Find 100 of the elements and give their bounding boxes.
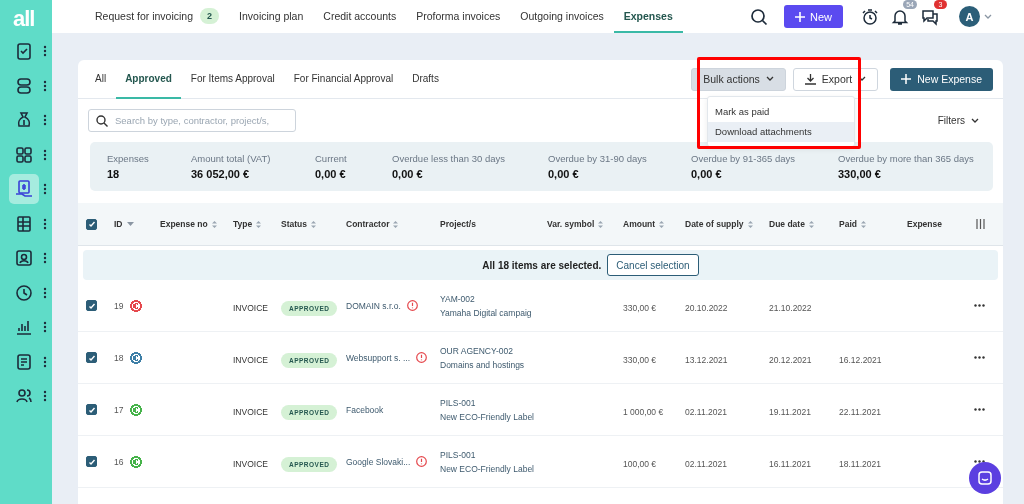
column-header[interactable]: Var. symbol — [547, 219, 623, 229]
sort-descending-icon — [126, 221, 134, 227]
stopwatch-icon[interactable] — [861, 7, 879, 26]
cancel-selection-button[interactable]: Cancel selection — [607, 254, 699, 276]
more-icon[interactable] — [974, 408, 985, 411]
table-cell: INVOICE — [233, 406, 268, 417]
table-cell: 330,00 € — [623, 354, 657, 365]
column-header[interactable]: Type — [233, 219, 281, 229]
sidebar-item[interactable] — [9, 174, 39, 205]
sort-icon — [808, 219, 814, 229]
kebab-icon[interactable] — [43, 114, 47, 127]
filter-tab[interactable]: Approved — [116, 60, 181, 99]
project-name[interactable]: New ECO-Friendly Label — [440, 411, 547, 422]
filter-tab[interactable]: For Items Approval — [181, 60, 284, 99]
table-cell: 19 — [114, 300, 124, 311]
chat-icon[interactable] — [921, 7, 939, 26]
kebab-icon[interactable] — [43, 217, 47, 230]
sort-icon — [211, 219, 217, 229]
table-cell: INVOICE — [233, 354, 268, 365]
grid-icon — [14, 144, 34, 165]
kebab-icon[interactable] — [43, 390, 47, 403]
column-header[interactable]: Status — [281, 219, 346, 229]
contractor-link[interactable]: Google Slovaki... — [346, 456, 411, 467]
row-checkbox[interactable] — [86, 300, 97, 311]
invoice-icon — [14, 179, 34, 200]
more-icon[interactable] — [974, 460, 985, 463]
table-cell: INVOICE — [233, 458, 268, 469]
avatar[interactable]: A — [959, 6, 980, 27]
column-header[interactable]: ID — [114, 219, 160, 229]
table-cell: 02.11.2021 — [685, 406, 727, 417]
table-cell: INVOICE — [233, 302, 268, 313]
kebab-icon[interactable] — [43, 148, 47, 161]
search-field[interactable]: Search by type, contractor, project/s, — [88, 109, 296, 132]
project-name[interactable]: Yamaha Digital campaig — [440, 307, 547, 318]
sort-icon — [659, 219, 665, 229]
kebab-icon[interactable] — [43, 183, 47, 196]
project-code[interactable]: PILS-001 — [440, 397, 547, 408]
sheet-icon — [14, 213, 34, 234]
chevron-down-icon[interactable] — [984, 13, 992, 20]
kebab-icon[interactable] — [43, 355, 47, 368]
chat-icon — [978, 471, 992, 485]
filter-tab[interactable]: Drafts — [403, 60, 448, 99]
new-expense-button[interactable]: New Expense — [890, 67, 993, 91]
contractor-link[interactable]: Facebook — [346, 404, 384, 415]
column-header[interactable]: Due date — [769, 219, 839, 229]
table-cell: 16.11.2021 — [769, 458, 811, 469]
nav-tab[interactable]: Request for invoicing 2 — [85, 1, 230, 33]
row-checkbox[interactable] — [86, 352, 97, 363]
project-code[interactable]: YAM-002 — [440, 293, 547, 304]
filter-tab[interactable]: All — [86, 60, 116, 99]
column-header[interactable]: Date of supply — [685, 219, 769, 229]
bulk-actions-button[interactable]: Bulk actions — [691, 67, 786, 91]
column-header[interactable]: Paid — [839, 219, 907, 229]
export-button[interactable]: Export — [792, 67, 879, 91]
row-checkbox[interactable] — [86, 404, 97, 415]
select-all-checkbox[interactable] — [86, 218, 97, 230]
kebab-icon[interactable] — [43, 252, 47, 265]
table-cell: 02.11.2021 — [685, 458, 727, 469]
project-name[interactable]: New ECO-Friendly Label — [440, 463, 547, 474]
table-cell: 17 — [114, 404, 124, 415]
column-header[interactable]: Contractor — [346, 219, 440, 229]
project-name[interactable]: Domains and hostings — [440, 359, 547, 370]
table-cell: 16.12.2021 — [839, 354, 882, 365]
filters-button[interactable]: Filters — [931, 114, 985, 127]
column-header[interactable]: Project/s — [440, 219, 547, 229]
nav-tab[interactable]: Outgoing invoices — [510, 1, 614, 33]
project-code[interactable]: OUR AGENCY-002 — [440, 345, 547, 356]
contractor-link[interactable]: Websupport s. ... — [346, 352, 411, 363]
nav-tab-label: Proforma invoices — [416, 10, 501, 22]
table-cell: 20.12.2021 — [769, 354, 812, 365]
column-header[interactable]: Expense — [907, 219, 968, 229]
summary-label: Overdue by 91-365 days — [691, 153, 797, 164]
summary-value: 36 052,00 € — [191, 168, 251, 180]
project-code[interactable]: PILS-001 — [440, 449, 547, 460]
column-header[interactable]: Amount — [623, 219, 685, 229]
more-icon[interactable] — [974, 304, 985, 307]
summary-value: 0,00 € — [315, 168, 347, 180]
kebab-icon[interactable] — [43, 79, 47, 92]
menu-item[interactable]: Download attachments — [708, 122, 854, 142]
column-header[interactable]: Expense no — [160, 219, 233, 229]
contractor-link[interactable]: DOMAIN s.r.o. — [346, 300, 401, 311]
search-icon[interactable] — [750, 7, 768, 26]
kebab-icon[interactable] — [43, 286, 47, 299]
columns-icon[interactable] — [976, 219, 985, 229]
kebab-icon[interactable] — [43, 321, 47, 334]
nav-tab[interactable]: Invoicing plan — [229, 1, 314, 33]
row-checkbox[interactable] — [86, 456, 97, 467]
kebab-icon[interactable] — [43, 45, 47, 58]
summary-value: 0,00 € — [392, 168, 424, 180]
bell-icon[interactable] — [891, 7, 909, 26]
menu-item[interactable]: Mark as paid — [708, 102, 854, 122]
doclist-icon — [14, 351, 34, 372]
filter-tab[interactable]: For Financial Approval — [284, 60, 403, 99]
nav-tab[interactable]: Expenses — [613, 1, 683, 33]
summary-label: Expenses — [107, 153, 150, 164]
nav-tab[interactable]: Proforma invoices — [406, 1, 511, 33]
more-icon[interactable] — [974, 356, 985, 359]
nav-tab[interactable]: Credit accounts — [313, 1, 407, 33]
new-button[interactable]: New — [784, 5, 843, 28]
summary-value: 0,00 € — [548, 168, 580, 180]
